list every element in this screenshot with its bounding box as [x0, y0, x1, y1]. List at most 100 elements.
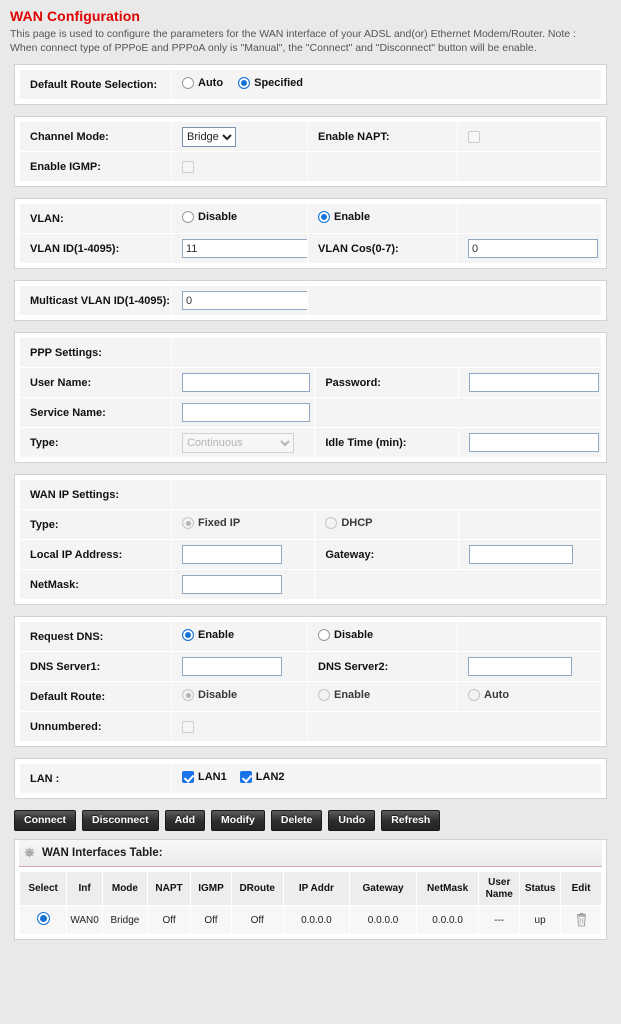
multicast-vlan-input[interactable]	[182, 291, 307, 311]
column-header-ip-addr: IP Addr	[282, 871, 351, 907]
connect-button[interactable]: Connect	[14, 810, 76, 832]
vlan-enable-radio[interactable]: Enable	[318, 211, 370, 224]
column-header-mode: Mode	[101, 871, 149, 907]
wan-ip-type-label: Type:	[30, 518, 59, 531]
dns-default-route-enable-label: Enable	[334, 689, 371, 702]
lan2-checkbox[interactable]	[239, 771, 252, 784]
request-dns-enable-radio[interactable]: Enable	[182, 629, 234, 642]
enable-igmp-checkbox[interactable]	[182, 160, 194, 173]
ppp-password-input[interactable]	[468, 373, 599, 393]
enable-igmp-label: Enable IGMP:	[30, 160, 101, 173]
dns-default-route-enable-radio[interactable]: Enable	[318, 689, 371, 702]
dns-default-route-auto-radio[interactable]: Auto	[468, 689, 509, 702]
gear-icon	[24, 847, 35, 858]
lan-row: LAN : LAN1 LAN2	[19, 763, 602, 795]
multicast-vlan-row: Multicast VLAN ID(1-4095):	[19, 285, 602, 317]
request-dns-row: Request DNS: Enable Disable	[19, 621, 602, 653]
unnumbered-row: Unnumbered:	[19, 711, 602, 743]
unnumbered-checkbox[interactable]	[182, 720, 194, 733]
multicast-vlan-panel: Multicast VLAN ID(1-4095):	[14, 280, 607, 322]
wan-ip-dhcp-label: DHCP	[341, 517, 373, 530]
radio-circle-disabled-icon	[318, 689, 330, 702]
channel-mode-select[interactable]: Bridge	[182, 126, 236, 147]
empty-cell	[307, 711, 602, 743]
ppp-type-label: Type:	[30, 436, 59, 449]
vlan-id-label: VLAN ID(1-4095):	[30, 242, 120, 255]
ppp-type-select[interactable]: Continuous	[182, 432, 294, 453]
ppp-service-input[interactable]	[182, 403, 310, 423]
lan1-checkbox-wrapper[interactable]: LAN1	[182, 771, 227, 784]
ppp-idle-time-label: Idle Time (min):	[325, 436, 407, 449]
vlan-cos-input[interactable]	[468, 239, 598, 259]
radio-circle-icon	[182, 77, 194, 90]
default-route-specified-label: Specified	[254, 77, 304, 90]
ppp-settings-label: PPP Settings:	[30, 346, 102, 359]
add-button[interactable]: Add	[164, 810, 206, 832]
disconnect-button[interactable]: Disconnect	[82, 810, 159, 832]
wan-ip-type-row: Type: Fixed IP DHCP	[19, 509, 603, 541]
page-title: WAN Configuration	[10, 8, 141, 24]
empty-cell	[314, 397, 602, 429]
vlan-disable-radio[interactable]: Disable	[182, 211, 237, 224]
dns-server1-input[interactable]	[182, 657, 282, 677]
refresh-button[interactable]: Refresh	[381, 810, 441, 832]
default-route-auto-radio[interactable]: Auto	[182, 77, 223, 90]
lan2-checkbox-wrapper[interactable]: LAN2	[239, 771, 285, 784]
radio-circle-selected-disabled-icon	[182, 689, 194, 702]
trash-icon[interactable]	[575, 913, 588, 927]
lan1-checkbox[interactable]	[182, 771, 194, 784]
channel-mode-label: Channel Mode:	[30, 130, 109, 143]
vlan-id-row: VLAN ID(1-4095): VLAN Cos(0-7):	[19, 233, 602, 265]
enable-napt-checkbox[interactable]	[468, 130, 480, 143]
ppp-username-input[interactable]	[182, 373, 310, 393]
radio-circle-icon	[182, 211, 194, 224]
row-select-radio[interactable]	[36, 912, 50, 926]
wan-ip-dhcp-radio[interactable]: DHCP	[325, 517, 373, 530]
ppp-idle-time-input[interactable]	[468, 433, 599, 453]
gateway-input[interactable]	[468, 545, 573, 565]
action-button-bar: Connect Disconnect Add Modify Delete Und…	[14, 810, 607, 832]
local-ip-address-input[interactable]	[182, 545, 282, 565]
dns-server2-input[interactable]	[468, 657, 572, 677]
cell-igmp: Off	[190, 905, 232, 936]
ppp-section-row: PPP Settings:	[19, 337, 602, 369]
wan-ip-fixed-radio[interactable]: Fixed IP	[182, 517, 240, 530]
dns-server2-label: DNS Server2:	[318, 660, 389, 673]
netmask-input[interactable]	[182, 575, 282, 595]
cell-netmask: 0.0.0.0	[415, 905, 480, 936]
cell-napt: Off	[146, 905, 192, 936]
cell-inf: WAN0	[66, 905, 103, 936]
column-header-status: Status	[519, 871, 562, 907]
dns-default-route-disable-radio[interactable]: Disable	[182, 689, 237, 702]
default-route-selection-label: Default Route Selection:	[30, 78, 158, 91]
local-ip-address-label: Local IP Address:	[30, 548, 123, 561]
vlan-id-input[interactable]	[182, 239, 307, 259]
enable-igmp-row: Enable IGMP:	[19, 151, 602, 183]
empty-cell	[457, 509, 603, 541]
modify-button[interactable]: Modify	[211, 810, 265, 832]
cell-ip-addr: 0.0.0.0	[282, 905, 351, 936]
multicast-vlan-label: Multicast VLAN ID(1-4095):	[30, 294, 170, 307]
empty-cell	[314, 569, 602, 601]
ppp-username-label: User Name:	[30, 376, 92, 389]
delete-button[interactable]: Delete	[270, 810, 323, 832]
cell-edit[interactable]	[560, 905, 602, 936]
cell-status: up	[519, 905, 562, 936]
ppp-service-label: Service Name:	[30, 406, 106, 419]
vlan-panel: VLAN: Disable Enable VLAN ID(1-4095): VL…	[14, 198, 607, 270]
default-route-specified-radio[interactable]: Specified	[238, 77, 304, 90]
dns-servers-row: DNS Server1: DNS Server2:	[19, 651, 602, 683]
column-header-napt: NAPT	[146, 871, 192, 907]
wan-ip-settings-label: WAN IP Settings:	[30, 488, 120, 501]
cell-droute: Off	[230, 905, 284, 936]
cell-select[interactable]	[18, 905, 68, 936]
radio-circle-disabled-icon	[325, 517, 338, 530]
vlan-cos-label: VLAN Cos(0-7):	[318, 242, 399, 255]
request-dns-disable-radio[interactable]: Disable	[318, 629, 373, 642]
empty-cell	[457, 151, 602, 183]
column-header-select: Select	[18, 871, 68, 907]
radio-circle-icon	[318, 629, 330, 642]
undo-button[interactable]: Undo	[328, 810, 376, 832]
empty-cell	[171, 479, 602, 511]
table-row: WAN0 Bridge Off Off Off 0.0.0.0 0.0.0.0 …	[18, 905, 602, 936]
